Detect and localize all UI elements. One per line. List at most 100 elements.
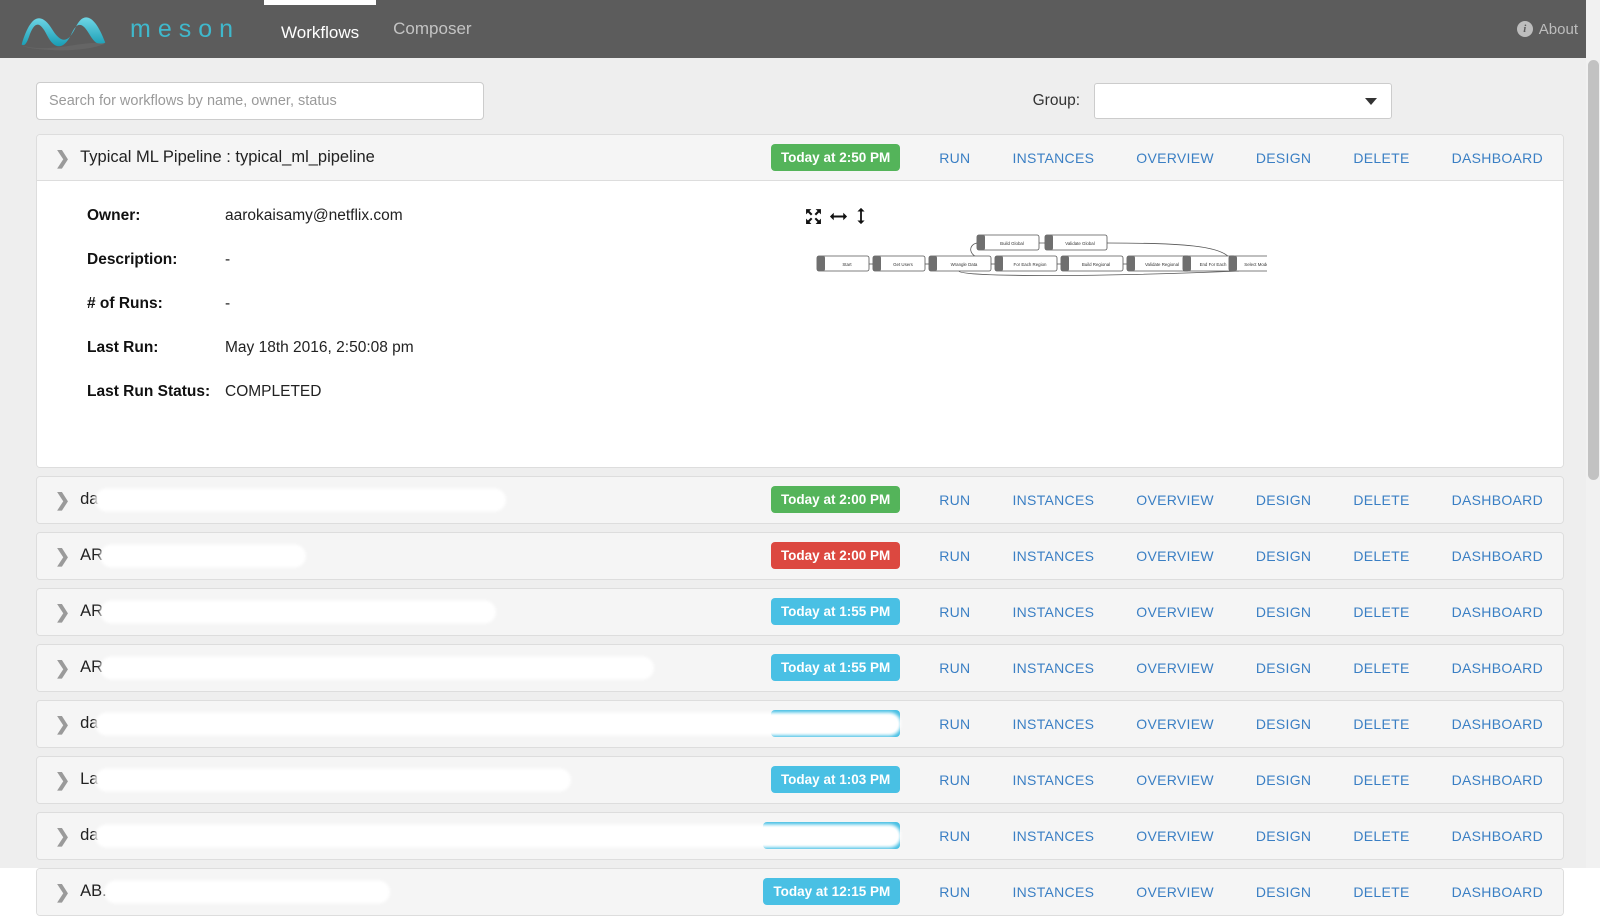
action-overview[interactable]: OVERVIEW <box>1136 716 1214 732</box>
workflow-header[interactable]: ❯ da Today at 2:00 PM RUN INSTANCES OVERVIEW D… <box>37 477 1563 523</box>
action-overview[interactable]: OVERVIEW <box>1136 828 1214 844</box>
action-run[interactable]: RUN <box>939 828 970 844</box>
action-run[interactable]: RUN <box>939 604 970 620</box>
action-run[interactable]: RUN <box>939 150 970 166</box>
workflow-header[interactable]: ❯ La Today at 1:03 PM RUN INSTANCES OVERVIEW D… <box>37 757 1563 803</box>
action-design[interactable]: DESIGN <box>1256 660 1311 676</box>
action-dashboard[interactable]: DASHBOARD <box>1452 660 1543 676</box>
action-instances[interactable]: INSTANCES <box>1012 150 1094 166</box>
workflow-header[interactable]: ❯ Typical ML Pipeline : typical_ml_pipeli… <box>37 135 1563 181</box>
action-dashboard[interactable]: DASHBOARD <box>1452 716 1543 732</box>
workflow-header[interactable]: ❯ AR Today at 1:55 PM RUN INSTANCES OVERVIEW D… <box>37 589 1563 635</box>
workflow-list: ❯ Typical ML Pipeline : typical_ml_pipeli… <box>0 134 1600 916</box>
action-delete[interactable]: DELETE <box>1353 492 1409 508</box>
last-run-badge[interactable]: Today at 2:00 PM <box>770 542 901 569</box>
tab-composer[interactable]: Composer <box>376 0 488 58</box>
action-design[interactable]: DESIGN <box>1256 884 1311 900</box>
brand[interactable]: meson <box>0 0 240 58</box>
action-run[interactable]: RUN <box>939 884 970 900</box>
action-run[interactable]: RUN <box>939 492 970 508</box>
action-dashboard[interactable]: DASHBOARD <box>1452 548 1543 564</box>
workflow-card: ❯ AR Today at 2:00 PM RUN INSTANCES OVERVIEW D… <box>36 532 1564 580</box>
action-run[interactable]: RUN <box>939 772 970 788</box>
action-instances[interactable]: INSTANCES <box>1012 548 1094 564</box>
action-dashboard[interactable]: DASHBOARD <box>1452 772 1543 788</box>
vertical-resize-icon[interactable] <box>855 207 867 225</box>
toolbar: Group: <box>0 58 1600 134</box>
action-instances[interactable]: INSTANCES <box>1012 604 1094 620</box>
action-run[interactable]: RUN <box>939 660 970 676</box>
last-run-badge[interactable]: Today at 2:50 PM <box>770 144 901 171</box>
chevron-right-icon[interactable]: ❯ <box>55 547 70 565</box>
action-dashboard[interactable]: DASHBOARD <box>1452 150 1543 166</box>
action-overview[interactable]: OVERVIEW <box>1136 492 1214 508</box>
chevron-right-icon[interactable]: ❯ <box>55 771 70 789</box>
svg-text:Build Global: Build Global <box>1000 241 1024 246</box>
chevron-right-icon[interactable]: ❯ <box>55 603 70 621</box>
action-design[interactable]: DESIGN <box>1256 828 1311 844</box>
action-design[interactable]: DESIGN <box>1256 548 1311 564</box>
svg-text:End For Each: End For Each <box>1200 262 1227 267</box>
last-run-badge[interactable]: Today at 1:55 PM <box>770 598 901 625</box>
workflow-card: ❯ Typical ML Pipeline : typical_ml_pipeli… <box>36 134 1564 468</box>
last-run-badge[interactable]: Today at 12:15 PM <box>763 878 901 905</box>
action-delete[interactable]: DELETE <box>1353 150 1409 166</box>
action-delete[interactable]: DELETE <box>1353 772 1409 788</box>
action-overview[interactable]: OVERVIEW <box>1136 604 1214 620</box>
action-dashboard[interactable]: DASHBOARD <box>1452 884 1543 900</box>
chevron-right-icon[interactable]: ❯ <box>55 659 70 677</box>
action-delete[interactable]: DELETE <box>1353 716 1409 732</box>
action-design[interactable]: DESIGN <box>1256 772 1311 788</box>
action-design[interactable]: DESIGN <box>1256 492 1311 508</box>
action-delete[interactable]: DELETE <box>1353 660 1409 676</box>
chevron-right-icon[interactable]: ❯ <box>55 715 70 733</box>
last-run-badge[interactable]: Today at 1:55 PM <box>770 654 901 681</box>
action-instances[interactable]: INSTANCES <box>1012 660 1094 676</box>
last-run-badge[interactable]: Today at 1:03 PM <box>770 766 901 793</box>
action-overview[interactable]: OVERVIEW <box>1136 884 1214 900</box>
action-instances[interactable]: INSTANCES <box>1012 772 1094 788</box>
workflow-header[interactable]: ❯daToday at 1:17 PMRUNINSTANCESOVERVIEWD… <box>37 701 1563 747</box>
action-overview[interactable]: OVERVIEW <box>1136 660 1214 676</box>
action-design[interactable]: DESIGN <box>1256 604 1311 620</box>
action-dashboard[interactable]: DASHBOARD <box>1452 828 1543 844</box>
action-overview[interactable]: OVERVIEW <box>1136 772 1214 788</box>
workflow-header[interactable]: ❯ AB. Today at 12:15 PM RUN INSTANCES OVERVIE… <box>37 869 1563 915</box>
action-instances[interactable]: INSTANCES <box>1012 884 1094 900</box>
action-dashboard[interactable]: DASHBOARD <box>1452 492 1543 508</box>
workflow-header[interactable]: ❯ AR Today at 1:55 PM RUN INSTANCES OVERVIEW D… <box>37 645 1563 691</box>
workflow-card: ❯ La Today at 1:03 PM RUN INSTANCES OVERVIEW D… <box>36 756 1564 804</box>
last-run-badge[interactable]: Today at 2:00 PM <box>770 486 901 513</box>
detail-field-value: - <box>225 251 231 268</box>
action-run[interactable]: RUN <box>939 716 970 732</box>
action-delete[interactable]: DELETE <box>1353 828 1409 844</box>
action-dashboard[interactable]: DASHBOARD <box>1452 604 1543 620</box>
fullscreen-arrows-icon[interactable] <box>805 208 822 225</box>
workflow-header[interactable]: ❯ AR Today at 2:00 PM RUN INSTANCES OVERVIEW D… <box>37 533 1563 579</box>
workflow-dag-thumbnail[interactable]: Build Global Validate Global Start Get User… <box>797 231 1267 279</box>
action-delete[interactable]: DELETE <box>1353 604 1409 620</box>
page-scrollbar[interactable] <box>1586 0 1600 868</box>
action-delete[interactable]: DELETE <box>1353 548 1409 564</box>
action-instances[interactable]: INSTANCES <box>1012 828 1094 844</box>
workflow-actions: Today at 12:15 PM RUN INSTANCES OVERVIEW DES… <box>763 878 1549 905</box>
scrollbar-thumb[interactable] <box>1588 60 1599 480</box>
action-instances[interactable]: INSTANCES <box>1012 716 1094 732</box>
action-overview[interactable]: OVERVIEW <box>1136 150 1214 166</box>
action-delete[interactable]: DELETE <box>1353 884 1409 900</box>
tab-workflows[interactable]: Workflows <box>264 0 377 58</box>
chevron-right-icon[interactable]: ❯ <box>55 883 70 901</box>
action-design[interactable]: DESIGN <box>1256 716 1311 732</box>
action-run[interactable]: RUN <box>939 548 970 564</box>
chevron-right-icon[interactable]: ❯ <box>55 491 70 509</box>
chevron-right-icon[interactable]: ❯ <box>55 149 70 167</box>
action-overview[interactable]: OVERVIEW <box>1136 548 1214 564</box>
search-input[interactable] <box>36 82 484 120</box>
svg-text:Start: Start <box>842 262 852 267</box>
action-design[interactable]: DESIGN <box>1256 150 1311 166</box>
action-instances[interactable]: INSTANCES <box>1012 492 1094 508</box>
horizontal-resize-icon[interactable] <box>829 208 848 225</box>
group-select[interactable] <box>1094 83 1392 119</box>
chevron-right-icon[interactable]: ❯ <box>55 827 70 845</box>
workflow-header[interactable]: ❯daToday at 12:59 PMRUNINSTANCESOVERVIEW… <box>37 813 1563 859</box>
